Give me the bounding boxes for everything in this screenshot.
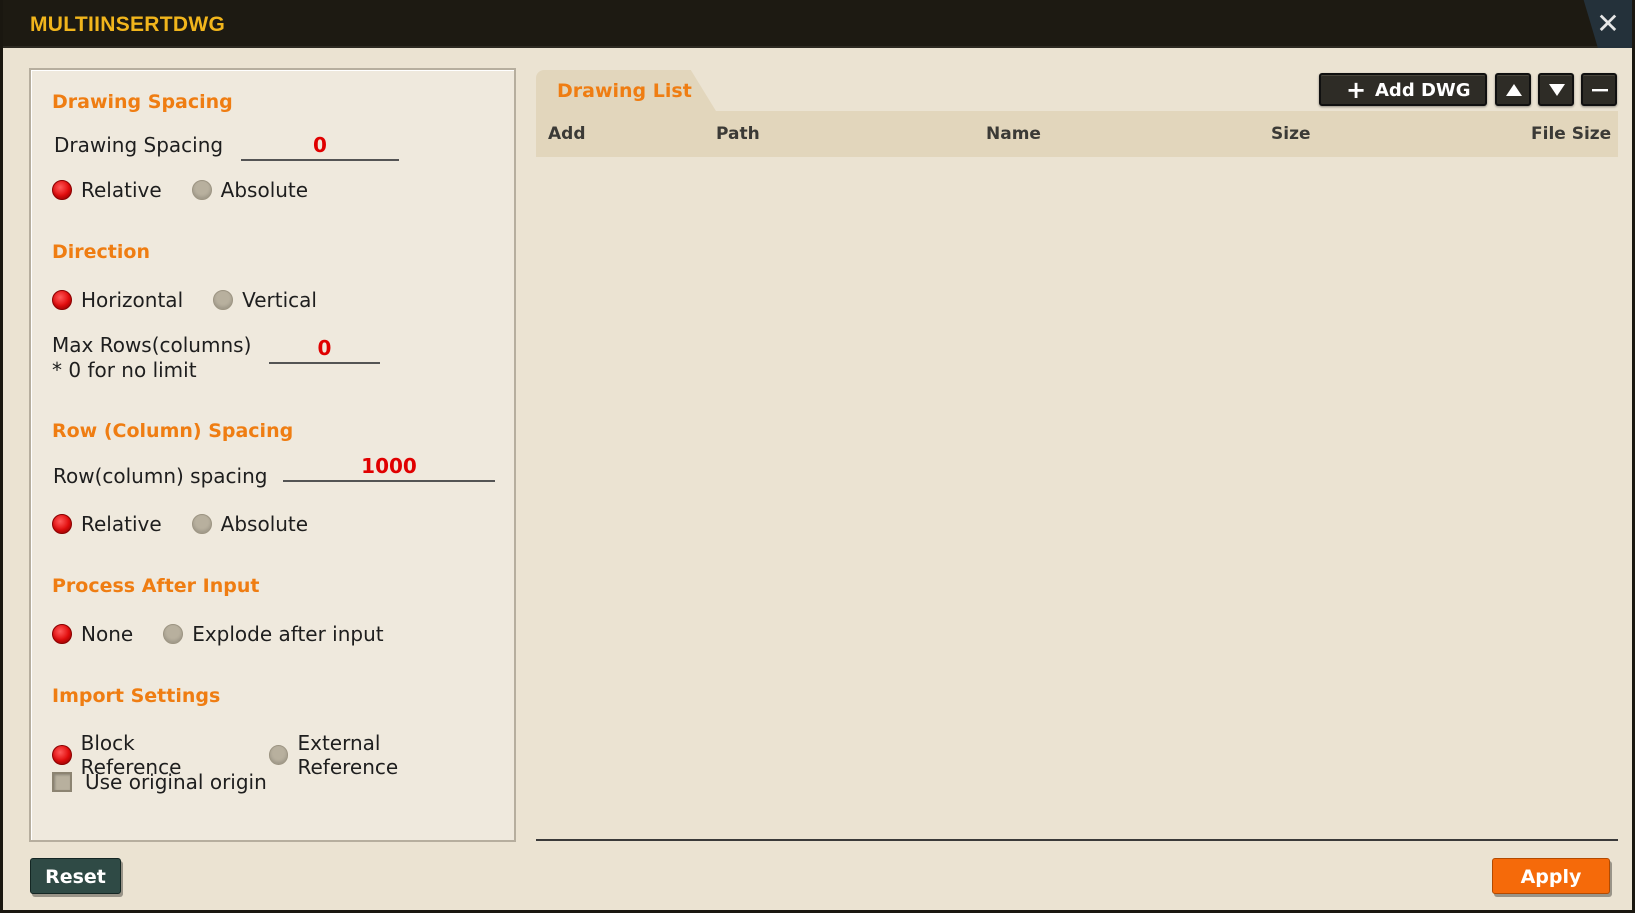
add-dwg-button[interactable]: + Add DWG xyxy=(1319,73,1487,106)
process-after-input-mode: None Explode after input xyxy=(52,622,414,646)
add-dwg-label: Add DWG xyxy=(1375,80,1471,101)
max-rows-label: Max Rows(columns) xyxy=(52,333,252,357)
import-external-reference-radio[interactable]: External Reference xyxy=(268,731,484,779)
row-spacing-absolute-radio[interactable]: Absolute xyxy=(191,512,309,536)
direction-title: Direction xyxy=(52,241,150,263)
close-button[interactable]: ✕ xyxy=(1590,6,1626,42)
radio-label: Absolute xyxy=(220,512,309,536)
drawing-spacing-absolute-radio[interactable]: Absolute xyxy=(191,178,309,202)
direction-vertical-radio[interactable]: Vertical xyxy=(213,288,317,312)
column-header-size[interactable]: Size xyxy=(1271,124,1311,144)
tab-drawing-list-label: Drawing List xyxy=(557,80,692,102)
radio-unselected-icon xyxy=(268,745,289,765)
title-bar: MULTIINSERTDWG ✕ xyxy=(3,0,1632,48)
radio-label: Explode after input xyxy=(192,622,384,646)
process-none-radio[interactable]: None xyxy=(52,622,133,646)
use-original-origin-checkbox[interactable]: Use original origin xyxy=(52,770,267,794)
radio-label: Absolute xyxy=(220,178,309,202)
drawing-spacing-relative-radio[interactable]: Relative xyxy=(52,178,162,202)
column-header-path[interactable]: Path xyxy=(716,124,760,144)
radio-selected-icon xyxy=(52,514,72,534)
radio-selected-icon xyxy=(52,180,72,200)
reset-label: Reset xyxy=(45,866,106,888)
minus-icon xyxy=(1592,89,1608,92)
column-header-add[interactable]: Add xyxy=(548,124,586,144)
arrow-up-icon xyxy=(1506,84,1522,96)
settings-panel: Drawing Spacing Drawing Spacing 0 Relati… xyxy=(29,68,516,842)
max-rows-note: * 0 for no limit xyxy=(52,358,197,382)
radio-unselected-icon xyxy=(191,180,212,200)
plus-icon: + xyxy=(1346,76,1367,104)
max-rows-input[interactable]: 0 xyxy=(269,334,380,364)
checkbox-unchecked-icon xyxy=(52,772,72,792)
process-explode-radio[interactable]: Explode after input xyxy=(163,622,384,646)
row-spacing-relative-radio[interactable]: Relative xyxy=(52,512,162,536)
drawing-spacing-mode: Relative Absolute xyxy=(52,178,338,202)
radio-label: Vertical xyxy=(242,288,317,312)
apply-button[interactable]: Apply xyxy=(1492,858,1610,894)
apply-label: Apply xyxy=(1520,866,1582,888)
radio-label: Horizontal xyxy=(81,288,184,312)
close-icon: ✕ xyxy=(1596,7,1620,40)
radio-label: Relative xyxy=(81,512,162,536)
multiinsertdwg-dialog: MULTIINSERTDWG ✕ Drawing Spacing Drawing… xyxy=(0,0,1635,913)
direction-horizontal-radio[interactable]: Horizontal xyxy=(52,288,183,312)
arrow-down-icon xyxy=(1549,84,1565,96)
use-original-origin-label: Use original origin xyxy=(85,770,267,794)
radio-selected-icon xyxy=(52,290,72,310)
direction-mode: Horizontal Vertical xyxy=(52,288,347,312)
radio-unselected-icon xyxy=(191,514,212,534)
drawing-spacing-input[interactable]: 0 xyxy=(241,131,399,161)
reset-button[interactable]: Reset xyxy=(30,858,121,894)
radio-label: External Reference xyxy=(297,731,399,779)
tab-drawing-list[interactable]: Drawing List xyxy=(536,70,716,111)
window-title: MULTIINSERTDWG xyxy=(30,13,226,36)
process-after-input-title: Process After Input xyxy=(52,575,260,597)
radio-unselected-icon xyxy=(213,290,234,310)
drawing-list-header: Add Path Name Size File Size xyxy=(536,111,1618,157)
radio-label: Relative xyxy=(81,178,162,202)
column-header-file-size[interactable]: File Size xyxy=(1531,124,1611,144)
drawing-spacing-label: Drawing Spacing xyxy=(54,133,224,157)
row-spacing-title: Row (Column) Spacing xyxy=(52,420,294,442)
row-spacing-label: Row(column) spacing xyxy=(53,464,268,488)
radio-unselected-icon xyxy=(163,624,184,644)
import-settings-title: Import Settings xyxy=(52,685,221,707)
column-header-name[interactable]: Name xyxy=(986,124,1041,144)
move-up-button[interactable] xyxy=(1495,73,1531,106)
row-spacing-input[interactable]: 1000 xyxy=(283,452,495,482)
drawing-spacing-title: Drawing Spacing xyxy=(52,91,233,113)
radio-selected-icon xyxy=(52,745,72,765)
radio-selected-icon xyxy=(52,624,72,644)
row-spacing-mode: Relative Absolute xyxy=(52,512,338,536)
radio-label: None xyxy=(81,622,134,646)
remove-button[interactable] xyxy=(1581,73,1617,106)
drawing-list-body[interactable] xyxy=(536,157,1618,841)
move-down-button[interactable] xyxy=(1538,73,1574,106)
